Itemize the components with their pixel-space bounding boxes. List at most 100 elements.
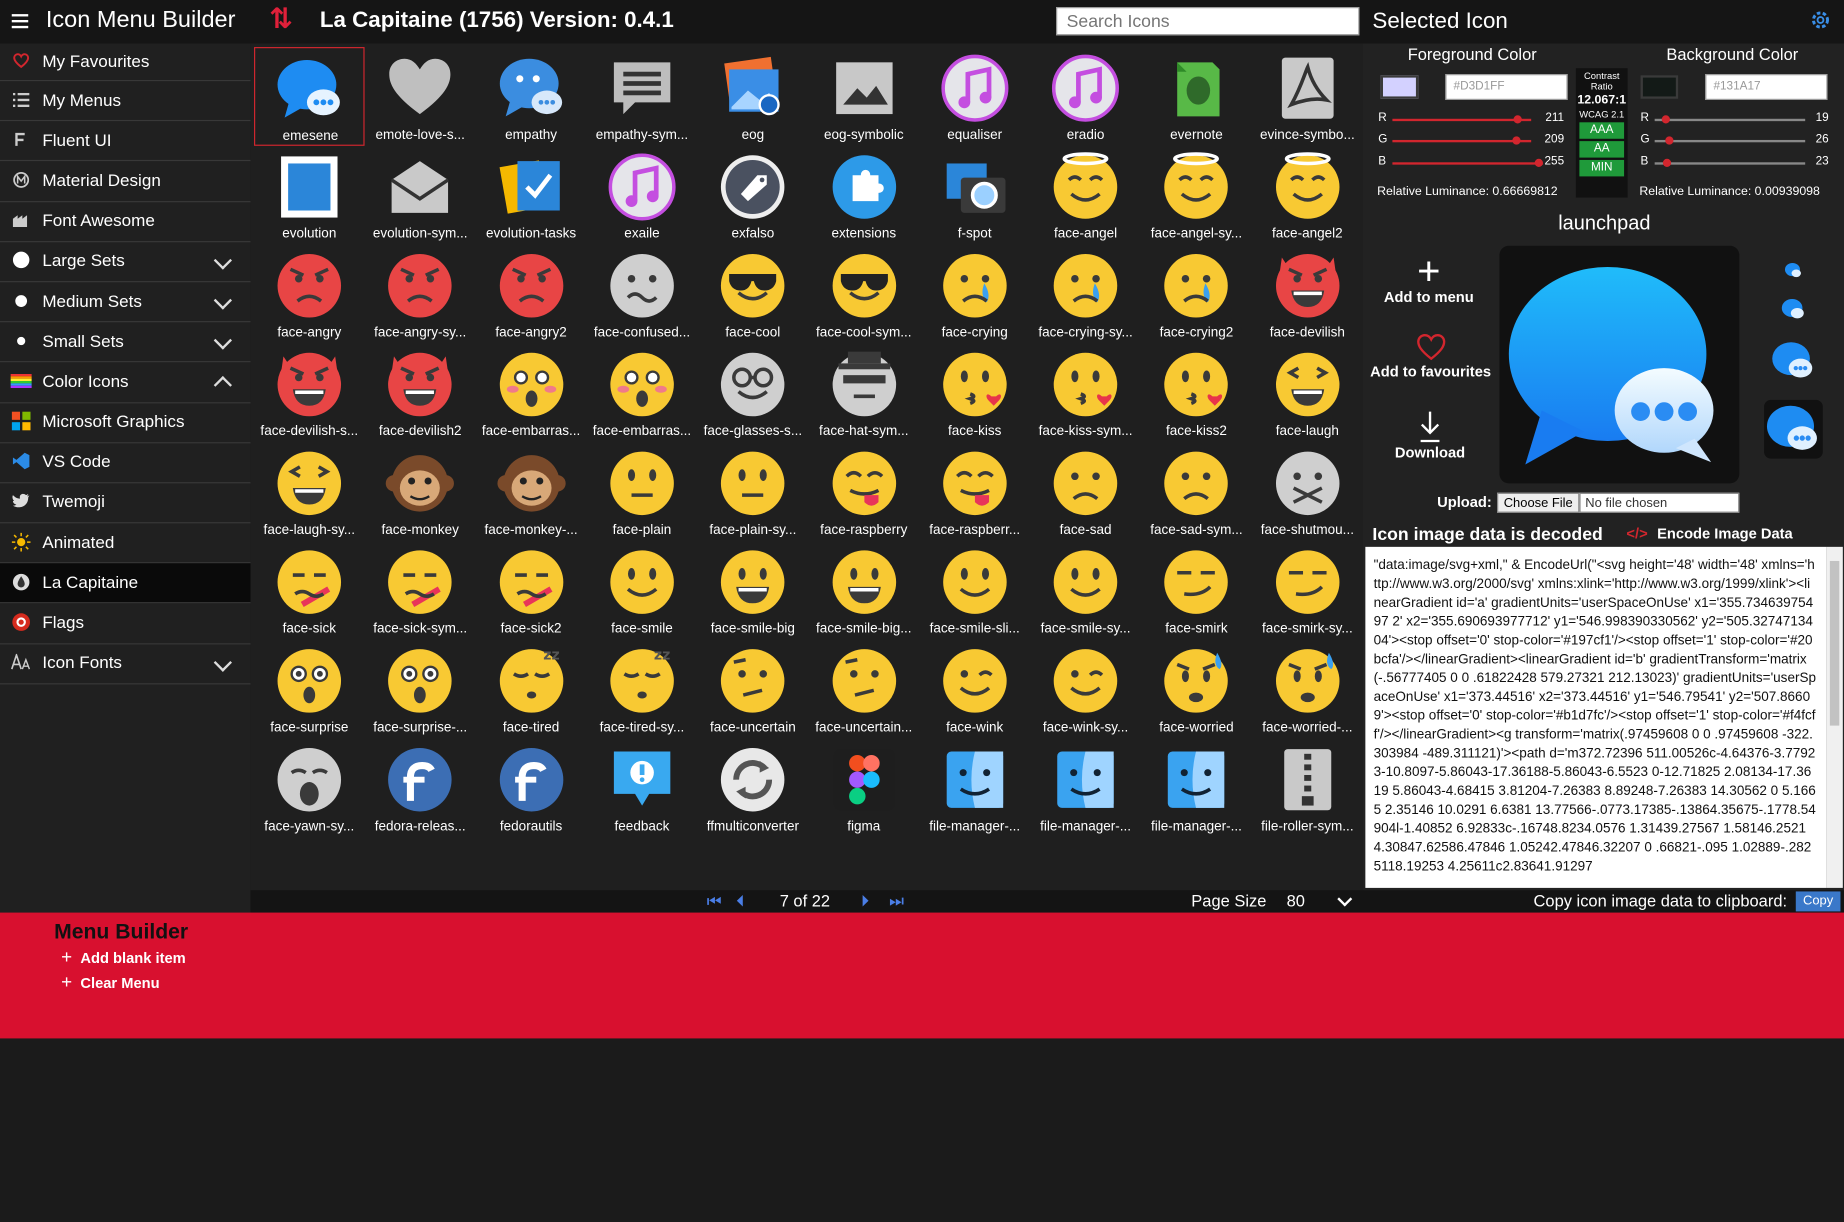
icon-tile[interactable]: evolution <box>254 146 365 245</box>
icon-tile[interactable]: exaile <box>587 146 698 245</box>
icon-tile[interactable]: face-laugh-sy... <box>254 442 365 541</box>
icon-tile[interactable]: f-spot <box>919 146 1030 245</box>
chevron-down-icon[interactable] <box>1337 891 1353 907</box>
background-swatch[interactable] <box>1640 75 1679 99</box>
icon-tile[interactable]: face-sad <box>1030 442 1141 541</box>
icon-tile[interactable]: face-angel2 <box>1252 146 1363 245</box>
foreground-swatch[interactable] <box>1380 75 1419 99</box>
icon-tile[interactable]: face-surprise-... <box>365 640 476 739</box>
preview-thumb-48[interactable] <box>1764 399 1823 459</box>
icon-tile[interactable]: face-smirk-sy... <box>1252 541 1363 640</box>
icon-tile[interactable]: extensions <box>809 146 920 245</box>
first-page-icon[interactable]: ⏮ <box>707 890 722 912</box>
bg-green-slider[interactable]: G 26 <box>1641 133 1832 149</box>
sidebar-item-my-menus[interactable]: My Menus <box>0 81 251 122</box>
icon-tile[interactable]: evince-symbo... <box>1252 47 1363 146</box>
icon-tile[interactable]: face-surprise <box>254 640 365 739</box>
icon-tile[interactable]: face-embarras... <box>587 343 698 442</box>
foreground-hex-field[interactable]: #D3D1FF <box>1445 74 1568 100</box>
icon-tile[interactable]: emote-love-s... <box>365 47 476 146</box>
icon-tile[interactable]: face-smile-big... <box>809 541 920 640</box>
icon-tile[interactable]: face-glasses-s... <box>698 343 809 442</box>
icon-tile[interactable]: face-kiss <box>919 343 1030 442</box>
download-button[interactable]: Download <box>1382 409 1478 461</box>
icon-tile[interactable]: face-wink <box>919 640 1030 739</box>
icon-tile[interactable]: face-sick <box>254 541 365 640</box>
bg-blue-slider[interactable]: B 23 <box>1641 155 1832 171</box>
choose-file-button[interactable]: Choose File <box>1497 492 1580 513</box>
sidebar-item-my-favourites[interactable]: My Favourites <box>0 44 251 82</box>
icon-tile[interactable]: face-embarras... <box>476 343 587 442</box>
icon-tile[interactable]: ffmulticonverter <box>698 739 809 838</box>
add-to-favourites-button[interactable]: Add to favourites <box>1368 333 1494 380</box>
sidebar-item-la-capitaine[interactable]: La Capitaine <box>0 563 251 604</box>
icon-tile[interactable]: face-crying2 <box>1141 245 1252 344</box>
icon-tile[interactable]: face-cool-sym... <box>809 245 920 344</box>
icon-tile[interactable]: face-smile-big <box>698 541 809 640</box>
icon-tile[interactable]: file-manager-... <box>1030 739 1141 838</box>
icon-tile[interactable]: feedback <box>587 739 698 838</box>
sidebar-item-icon-fonts[interactable]: Icon Fonts <box>0 644 251 685</box>
icon-tile[interactable]: face-uncertain <box>698 640 809 739</box>
icon-tile[interactable]: face-confused... <box>587 245 698 344</box>
icon-tile[interactable]: face-hat-sym... <box>809 343 920 442</box>
icon-tile[interactable]: eradio <box>1030 47 1141 146</box>
icon-tile[interactable]: face-raspberr... <box>919 442 1030 541</box>
sidebar-item-flags[interactable]: Flags <box>0 604 251 645</box>
chevron-down-icon[interactable] <box>213 251 233 270</box>
sidebar-item-material-design[interactable]: Material Design <box>0 162 251 202</box>
icon-tile[interactable]: face-kiss-sym... <box>1030 343 1141 442</box>
icon-tile[interactable]: equaliser <box>919 47 1030 146</box>
icon-tile[interactable]: face-uncertain... <box>809 640 920 739</box>
icon-tile[interactable]: eog-symbolic <box>809 47 920 146</box>
sidebar-item-medium-sets[interactable]: Medium Sets <box>0 282 251 323</box>
icon-tile[interactable]: zz face-tired-sy... <box>587 640 698 739</box>
icon-tile[interactable]: face-wink-sy... <box>1030 640 1141 739</box>
preview-thumb-32[interactable] <box>1770 338 1817 385</box>
next-page-icon[interactable]: ⏵ <box>861 890 869 912</box>
icon-tile[interactable]: face-yawn-sy... <box>254 739 365 838</box>
fg-green-slider[interactable]: G 209 <box>1378 133 1569 149</box>
icon-tile[interactable]: face-raspberry <box>809 442 920 541</box>
icon-tile[interactable]: figma <box>809 739 920 838</box>
icon-tile[interactable]: face-sick-sym... <box>365 541 476 640</box>
sidebar-item-animated[interactable]: Animated <box>0 523 251 564</box>
background-hex-field[interactable]: #131A17 <box>1705 74 1828 100</box>
textarea-scrollbar[interactable] <box>1826 546 1843 888</box>
fg-red-slider[interactable]: R 211 <box>1378 112 1569 128</box>
icon-tile[interactable]: face-devilish <box>1252 245 1363 344</box>
hamburger-menu-icon[interactable] <box>11 14 29 29</box>
icon-tile[interactable]: face-angry-sy... <box>365 245 476 344</box>
icon-tile[interactable]: face-devilish2 <box>365 343 476 442</box>
sidebar-item-microsoft-graphics[interactable]: Microsoft Graphics <box>0 403 251 443</box>
icon-tile[interactable]: file-roller-sym... <box>1252 739 1363 838</box>
icon-tile[interactable]: evolution-sym... <box>365 146 476 245</box>
sidebar-item-color-icons[interactable]: Color Icons <box>0 363 251 403</box>
icon-tile[interactable]: face-crying <box>919 245 1030 344</box>
icon-tile[interactable]: face-worried <box>1141 640 1252 739</box>
icon-tile[interactable]: face-crying-sy... <box>1030 245 1141 344</box>
icon-tile[interactable]: face-monkey <box>365 442 476 541</box>
image-data-textarea[interactable]: "data:image/svg+xml," & EncodeUrl("<svg … <box>1365 546 1827 888</box>
icon-tile[interactable]: face-plain-sy... <box>698 442 809 541</box>
icon-tile[interactable]: face-angry2 <box>476 245 587 344</box>
icon-tile[interactable]: face-shutmou... <box>1252 442 1363 541</box>
icon-tile[interactable]: face-sick2 <box>476 541 587 640</box>
sidebar-item-fluent-ui[interactable]: Fluent UI <box>0 121 251 162</box>
icon-tile[interactable]: eog <box>698 47 809 146</box>
gear-icon[interactable] <box>1809 8 1833 32</box>
sidebar-item-font-awesome[interactable]: Font Awesome <box>0 202 251 242</box>
preview-thumb-24[interactable] <box>1780 296 1806 322</box>
chevron-up-icon[interactable] <box>213 376 233 395</box>
last-page-icon[interactable]: ⏭ <box>889 890 904 912</box>
chevron-down-icon[interactable] <box>213 653 233 672</box>
icon-tile[interactable]: face-angry <box>254 245 365 344</box>
clear-menu-button[interactable]: + Clear Menu <box>61 973 159 994</box>
icon-tile[interactable]: empathy-sym... <box>587 47 698 146</box>
chevron-down-icon[interactable] <box>213 291 233 310</box>
sidebar-item-small-sets[interactable]: Small Sets <box>0 322 251 363</box>
icon-tile[interactable]: face-smirk <box>1141 541 1252 640</box>
icon-tile[interactable]: evolution-tasks <box>476 146 587 245</box>
sidebar-item-twemoji[interactable]: Twemoji <box>0 483 251 524</box>
copy-button[interactable]: Copy <box>1795 891 1841 912</box>
